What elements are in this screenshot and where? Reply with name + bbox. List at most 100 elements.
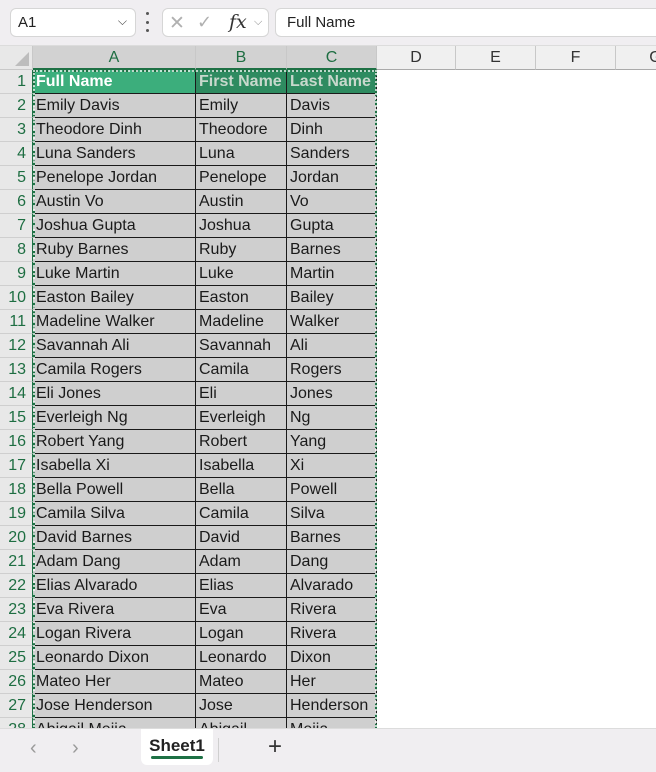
table-cell[interactable]: Eli	[196, 382, 287, 406]
table-cell[interactable]: Adam Dang	[33, 550, 196, 574]
row-header[interactable]: 15	[0, 406, 33, 430]
row-header[interactable]: 21	[0, 550, 33, 574]
table-cell[interactable]: Mateo	[196, 670, 287, 694]
name-box[interactable]: A1 ⌵	[10, 8, 136, 37]
column-header-e[interactable]: E	[456, 46, 536, 70]
table-cell[interactable]: Barnes	[287, 238, 377, 262]
add-sheet-icon[interactable]: +	[268, 733, 282, 761]
table-cell[interactable]: Alvarado	[287, 574, 377, 598]
insert-function-icon[interactable]: fx	[229, 11, 247, 33]
row-header[interactable]: 28	[0, 718, 33, 728]
column-header-a[interactable]: A	[33, 46, 196, 70]
table-cell[interactable]: Barnes	[287, 526, 377, 550]
table-cell[interactable]: Bella Powell	[33, 478, 196, 502]
row-header[interactable]: 1	[0, 70, 33, 94]
row-header[interactable]: 17	[0, 454, 33, 478]
table-cell[interactable]: David Barnes	[33, 526, 196, 550]
table-cell[interactable]: Vo	[287, 190, 377, 214]
table-cell[interactable]: Eli Jones	[33, 382, 196, 406]
table-cell[interactable]: Isabella Xi	[33, 454, 196, 478]
column-header-f[interactable]: F	[536, 46, 616, 70]
row-header[interactable]: 16	[0, 430, 33, 454]
table-cell[interactable]: Ali	[287, 334, 377, 358]
table-cell[interactable]: Rogers	[287, 358, 377, 382]
table-cell[interactable]: Isabella	[196, 454, 287, 478]
table-cell[interactable]: Ruby Barnes	[33, 238, 196, 262]
table-cell[interactable]: Emily	[196, 94, 287, 118]
table-cell[interactable]: Luke Martin	[33, 262, 196, 286]
row-header[interactable]: 14	[0, 382, 33, 406]
row-header[interactable]: 5	[0, 166, 33, 190]
row-header[interactable]: 24	[0, 622, 33, 646]
column-header-b[interactable]: B	[196, 46, 287, 70]
table-cell[interactable]: Theodore	[196, 118, 287, 142]
table-cell[interactable]: Everleigh Ng	[33, 406, 196, 430]
table-cell[interactable]: Joshua	[196, 214, 287, 238]
table-cell[interactable]: Sanders	[287, 142, 377, 166]
row-header[interactable]: 27	[0, 694, 33, 718]
cancel-icon[interactable]: ✕	[169, 12, 185, 35]
table-cell[interactable]: Jose Henderson	[33, 694, 196, 718]
table-cell[interactable]: Abigail Mejia	[33, 718, 196, 728]
table-cell[interactable]: Camila Silva	[33, 502, 196, 526]
table-cell[interactable]: Logan	[196, 622, 287, 646]
table-cell[interactable]: Savannah Ali	[33, 334, 196, 358]
row-header[interactable]: 13	[0, 358, 33, 382]
chevron-down-icon[interactable]: ⌵	[254, 16, 262, 29]
table-cell[interactable]: Camila Rogers	[33, 358, 196, 382]
row-header[interactable]: 22	[0, 574, 33, 598]
row-header[interactable]: 20	[0, 526, 33, 550]
table-cell[interactable]: Penelope Jordan	[33, 166, 196, 190]
table-cell[interactable]: Gupta	[287, 214, 377, 238]
table-cell[interactable]: Adam	[196, 550, 287, 574]
column-header-c[interactable]: C	[287, 46, 377, 70]
table-cell[interactable]: Her	[287, 670, 377, 694]
table-cell[interactable]: Walker	[287, 310, 377, 334]
select-all-button[interactable]	[0, 46, 33, 70]
table-cell[interactable]: Rivera	[287, 622, 377, 646]
table-cell[interactable]: Camila	[196, 502, 287, 526]
header-cell[interactable]: First Name	[196, 70, 287, 94]
table-cell[interactable]: Austin	[196, 190, 287, 214]
row-header[interactable]: 26	[0, 670, 33, 694]
table-cell[interactable]: Abigail	[196, 718, 287, 728]
row-header[interactable]: 18	[0, 478, 33, 502]
table-cell[interactable]: Robert	[196, 430, 287, 454]
table-cell[interactable]: Emily Davis	[33, 94, 196, 118]
table-cell[interactable]: Joshua Gupta	[33, 214, 196, 238]
table-cell[interactable]: Luna Sanders	[33, 142, 196, 166]
chevron-down-icon[interactable]: ⌵	[118, 14, 127, 29]
row-header[interactable]: 23	[0, 598, 33, 622]
column-header-d[interactable]: D	[377, 46, 456, 70]
table-cell[interactable]: Easton Bailey	[33, 286, 196, 310]
row-header[interactable]: 7	[0, 214, 33, 238]
table-cell[interactable]: Henderson	[287, 694, 377, 718]
table-cell[interactable]: Powell	[287, 478, 377, 502]
table-cell[interactable]: Jones	[287, 382, 377, 406]
next-sheet-icon[interactable]: ›	[72, 737, 79, 760]
table-cell[interactable]: Mejia	[287, 718, 377, 728]
table-cell[interactable]: Davis	[287, 94, 377, 118]
table-cell[interactable]: Jose	[196, 694, 287, 718]
table-cell[interactable]: Yang	[287, 430, 377, 454]
table-cell[interactable]: Austin Vo	[33, 190, 196, 214]
row-header[interactable]: 2	[0, 94, 33, 118]
row-header[interactable]: 10	[0, 286, 33, 310]
column-header-g[interactable]: G	[616, 46, 656, 70]
row-header[interactable]: 8	[0, 238, 33, 262]
previous-sheet-icon[interactable]: ‹	[30, 737, 37, 760]
row-header[interactable]: 25	[0, 646, 33, 670]
table-cell[interactable]: Rivera	[287, 598, 377, 622]
table-cell[interactable]: Ruby	[196, 238, 287, 262]
table-cell[interactable]: Easton	[196, 286, 287, 310]
formula-input[interactable]: Full Name	[275, 8, 656, 37]
table-cell[interactable]: Ng	[287, 406, 377, 430]
table-cell[interactable]: Logan Rivera	[33, 622, 196, 646]
table-cell[interactable]: Camila	[196, 358, 287, 382]
table-cell[interactable]: Dinh	[287, 118, 377, 142]
table-cell[interactable]: Martin	[287, 262, 377, 286]
row-header[interactable]: 4	[0, 142, 33, 166]
table-cell[interactable]: Elias Alvarado	[33, 574, 196, 598]
more-options-icon[interactable]	[144, 12, 150, 32]
row-header[interactable]: 3	[0, 118, 33, 142]
